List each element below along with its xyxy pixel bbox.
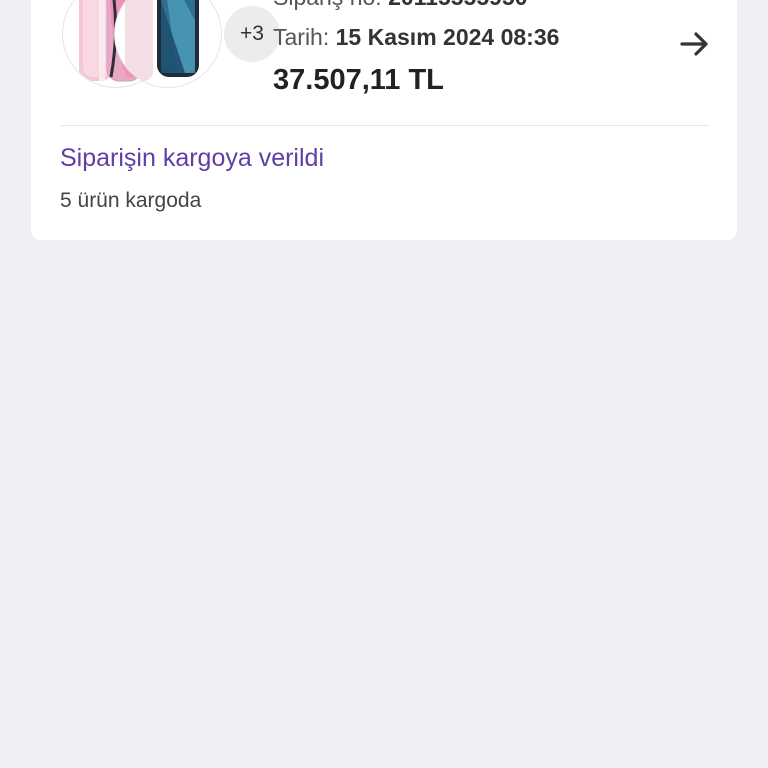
shipment-status-link[interactable]: Siparişin kargoya verildi: [60, 144, 324, 173]
product-thumbnails: +3: [62, 0, 280, 90]
arrow-right-icon: [680, 32, 708, 56]
order-number-value: 20115555950: [388, 0, 527, 10]
divider: [60, 125, 709, 126]
order-number-line: Sipariş no: 20115555950: [273, 0, 528, 11]
order-date-value: 15 Kasım 2024 08:36: [335, 24, 560, 50]
order-total: 37.507,11 TL: [273, 64, 444, 96]
order-card[interactable]: +3 Sipariş no: 20115555950 Tarih: 15 Kas…: [31, 0, 737, 240]
more-products-badge: +3: [224, 6, 280, 62]
order-detail-arrow-button[interactable]: [675, 26, 715, 62]
blue-phone-icon: [125, 0, 199, 81]
shipment-status-detail: 5 ürün kargoda: [60, 189, 202, 212]
order-date-label: Tarih:: [273, 24, 330, 50]
product-thumbnail-blue-phone: [114, 0, 222, 88]
order-number-label: Sipariş no:: [273, 0, 382, 10]
order-date-line: Tarih: 15 Kasım 2024 08:36: [273, 24, 559, 51]
